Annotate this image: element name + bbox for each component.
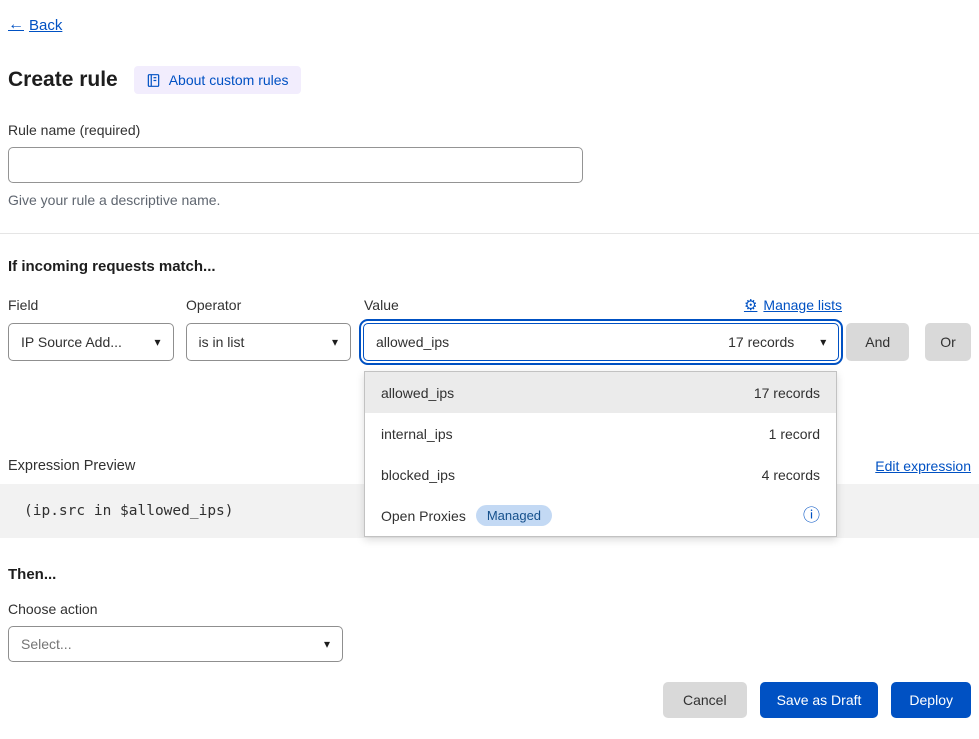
action-select[interactable]: Select... ▾ — [8, 626, 343, 662]
about-custom-rules-label: About custom rules — [169, 72, 289, 88]
operator-label: Operator — [186, 297, 352, 313]
create-rule-page: ← Back Create rule About custom rules Ru… — [0, 0, 979, 739]
gear-icon: ⚙ — [744, 298, 757, 313]
edit-expression-link[interactable]: Edit expression — [875, 458, 971, 474]
back-link[interactable]: ← Back — [8, 16, 62, 34]
rule-name-help-text: Give your rule a descriptive name. — [8, 192, 971, 208]
rule-name-label: Rule name (required) — [8, 122, 971, 138]
list-option-records: 1 record — [769, 426, 820, 442]
book-icon — [146, 73, 161, 88]
value-label-row: Value ⚙ Manage lists — [364, 297, 842, 313]
list-option-name: allowed_ips — [381, 385, 454, 401]
info-icon[interactable]: ⓘ — [803, 507, 820, 524]
title-row: Create rule About custom rules — [8, 66, 971, 94]
operator-select[interactable]: is in list ▾ — [186, 323, 352, 361]
list-option-name: Open Proxies — [381, 508, 466, 524]
value-label: Value — [364, 297, 399, 313]
match-labels-row: Field Operator Value ⚙ Manage lists — [8, 297, 971, 313]
deploy-button[interactable]: Deploy — [891, 682, 971, 718]
list-option-blocked-ips[interactable]: blocked_ips 4 records — [365, 454, 836, 495]
chevron-down-icon: ▾ — [820, 335, 826, 349]
operator-select-value: is in list — [199, 334, 245, 350]
field-select[interactable]: IP Source Add... ▾ — [8, 323, 174, 361]
choose-action-label: Choose action — [8, 601, 971, 617]
and-button[interactable]: And — [846, 323, 909, 361]
page-title: Create rule — [8, 68, 118, 92]
back-label: Back — [29, 17, 62, 34]
footer-actions: Cancel Save as Draft Deploy — [8, 682, 971, 718]
managed-badge: Managed — [476, 505, 552, 526]
list-option-open-proxies-left: Open Proxies Managed — [381, 505, 552, 526]
value-select-records: 17 records — [728, 334, 794, 350]
rule-name-input[interactable] — [8, 147, 583, 183]
expression-preview-label: Expression Preview — [8, 458, 135, 474]
list-option-name: blocked_ips — [381, 467, 455, 483]
list-option-internal-ips[interactable]: internal_ips 1 record — [365, 413, 836, 454]
match-section-title: If incoming requests match... — [8, 258, 971, 275]
then-section-title: Then... — [8, 566, 971, 583]
value-select[interactable]: allowed_ips 17 records ▾ — [363, 323, 839, 361]
back-arrow-icon: ← — [8, 16, 24, 34]
list-option-open-proxies[interactable]: Open Proxies Managed ⓘ — [365, 495, 836, 536]
about-custom-rules-link[interactable]: About custom rules — [134, 66, 301, 94]
match-controls-row: IP Source Add... ▾ is in list ▾ allowed_… — [8, 323, 971, 361]
field-label: Field — [8, 297, 174, 313]
chevron-down-icon: ▾ — [154, 335, 160, 349]
value-select-wrap: allowed_ips 17 records ▾ allowed_ips 17 … — [363, 323, 839, 361]
list-option-records: 4 records — [762, 467, 820, 483]
section-divider — [0, 233, 979, 234]
value-select-value: allowed_ips — [376, 334, 449, 350]
save-as-draft-button[interactable]: Save as Draft — [760, 682, 879, 718]
manage-lists-link[interactable]: ⚙ Manage lists — [744, 297, 842, 313]
list-option-allowed-ips[interactable]: allowed_ips 17 records — [365, 372, 836, 413]
or-button[interactable]: Or — [925, 323, 971, 361]
list-dropdown-menu: allowed_ips 17 records internal_ips 1 re… — [364, 371, 837, 537]
chevron-down-icon: ▾ — [332, 335, 338, 349]
manage-lists-label: Manage lists — [763, 297, 842, 313]
cancel-button[interactable]: Cancel — [663, 682, 747, 718]
chevron-down-icon: ▾ — [324, 637, 330, 651]
field-select-value: IP Source Add... — [21, 334, 122, 350]
list-option-name: internal_ips — [381, 426, 453, 442]
list-option-records: 17 records — [754, 385, 820, 401]
action-select-placeholder: Select... — [21, 636, 72, 652]
